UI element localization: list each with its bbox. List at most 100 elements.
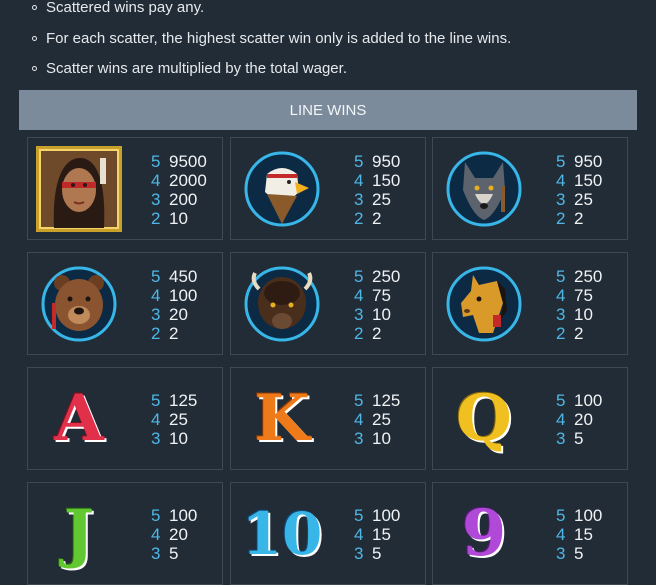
- payout-row: 22: [354, 209, 400, 228]
- match-count: 5: [354, 152, 364, 171]
- payout-amount: 2000: [169, 171, 207, 190]
- payout-row: 5 125: [151, 391, 197, 410]
- payout-amount: 200: [169, 190, 198, 209]
- paytable-card: A 5 125 4 25 3 10: [27, 367, 223, 470]
- paytable-card: 10 5 100 4 15 35: [230, 482, 426, 585]
- match-count: 5: [151, 267, 161, 286]
- wolf-icon: [439, 144, 529, 234]
- match-count: 4: [556, 171, 566, 190]
- payout-amount: 10: [372, 429, 391, 448]
- paytable-card: 5 950 4 150 3 25 22: [432, 137, 628, 240]
- match-count: 3: [151, 544, 161, 563]
- payout-amount: 75: [372, 286, 391, 305]
- match-count: 3: [151, 305, 161, 324]
- payout-row: 35: [151, 544, 197, 563]
- payout-amount: 2: [574, 209, 584, 228]
- match-count: 3: [354, 305, 364, 324]
- payout-amount: 250: [574, 267, 603, 286]
- payout-row: 4 75: [354, 286, 400, 305]
- match-count: 5: [556, 267, 566, 286]
- match-count: 4: [151, 525, 161, 544]
- match-count: 5: [151, 391, 161, 410]
- payout-list: 5 950 4 150 3 25 22: [556, 152, 602, 228]
- payout-amount: 25: [169, 410, 188, 429]
- symbol-glyph: 9: [461, 496, 507, 571]
- match-count: 2: [151, 324, 161, 343]
- payout-row: 35: [354, 544, 400, 563]
- payout-row: 5 250: [354, 267, 400, 286]
- rule-item: For each scatter, the highest scatter wi…: [32, 30, 512, 47]
- payout-row: 3 10: [354, 429, 400, 448]
- payout-list: 5 100 4 20 35: [151, 506, 197, 563]
- payout-row: 3 10: [556, 305, 602, 324]
- match-count: 4: [354, 286, 364, 305]
- payout-row: 4 75: [556, 286, 602, 305]
- match-count: 4: [556, 286, 566, 305]
- match-count: 5: [354, 391, 364, 410]
- payout-row: 3 25: [556, 190, 602, 209]
- payout-amount: 5: [169, 544, 179, 563]
- payout-list: 5 100 4 20 35: [556, 391, 602, 448]
- payout-row: 4 25: [151, 410, 197, 429]
- rule-text: Scattered wins pay any.: [46, 0, 205, 16]
- match-count: 4: [151, 171, 161, 190]
- number-10-icon: 10: [237, 489, 327, 579]
- paytable-card: 5 250 4 75 3 10 22: [432, 252, 628, 355]
- paytable-card: K 5 125 4 25 3 10: [230, 367, 426, 470]
- match-count: 5: [151, 506, 161, 525]
- payout-row: 35: [556, 429, 602, 448]
- bullet-icon: [32, 66, 37, 71]
- payout-list: 5 250 4 75 3 10 22: [556, 267, 602, 343]
- payout-amount: 150: [372, 171, 401, 190]
- payout-amount: 100: [574, 506, 603, 525]
- payout-amount: 9500: [169, 152, 207, 171]
- payout-row: 3 200: [151, 190, 207, 209]
- buffalo-icon: [237, 259, 327, 349]
- payout-amount: 150: [574, 171, 603, 190]
- payout-row: 5 125: [354, 391, 400, 410]
- match-count: 3: [354, 190, 364, 209]
- match-count: 3: [151, 190, 161, 209]
- paytable-card: Q 5 100 4 20 35: [432, 367, 628, 470]
- match-count: 3: [354, 429, 364, 448]
- payout-list: 5 125 4 25 3 10: [151, 391, 197, 448]
- payout-amount: 950: [372, 152, 401, 171]
- payout-list: 5 125 4 25 3 10: [354, 391, 400, 448]
- payout-amount: 100: [372, 506, 401, 525]
- payout-row: 22: [556, 209, 602, 228]
- rule-item: Scattered wins pay any.: [32, 0, 205, 16]
- payout-row: 4 20: [151, 525, 197, 544]
- payout-row: 5 9500: [151, 152, 207, 171]
- symbol-glyph: 10: [241, 500, 323, 568]
- payout-amount: 75: [574, 286, 593, 305]
- symbol-glyph: Q: [456, 381, 512, 456]
- woman-warrior-icon: [34, 144, 124, 234]
- payout-amount: 20: [574, 410, 593, 429]
- payout-amount: 2: [372, 324, 382, 343]
- payout-row: 4 150: [556, 171, 602, 190]
- match-count: 2: [354, 324, 364, 343]
- payout-amount: 2: [169, 324, 179, 343]
- payout-row: 5 250: [556, 267, 602, 286]
- payout-amount: 250: [372, 267, 401, 286]
- payout-amount: 5: [372, 544, 382, 563]
- payout-amount: 10: [574, 305, 593, 324]
- payout-list: 5 100 4 15 35: [354, 506, 400, 563]
- payout-amount: 10: [372, 305, 391, 324]
- letter-q-icon: Q: [439, 374, 529, 464]
- payout-amount: 100: [169, 506, 198, 525]
- payout-list: 5 100 4 15 35: [556, 506, 602, 563]
- payout-row: 4 25: [354, 410, 400, 429]
- match-count: 5: [556, 506, 566, 525]
- payout-list: 5 250 4 75 3 10 22: [354, 267, 400, 343]
- payout-amount: 25: [372, 410, 391, 429]
- match-count: 3: [556, 544, 566, 563]
- rule-text: For each scatter, the highest scatter wi…: [46, 30, 512, 47]
- match-count: 4: [354, 525, 364, 544]
- payout-row: 5 450: [151, 267, 197, 286]
- payout-row: 3 25: [354, 190, 400, 209]
- match-count: 3: [556, 190, 566, 209]
- payout-amount: 5: [574, 544, 584, 563]
- letter-k-icon: K: [237, 374, 327, 464]
- symbol-glyph: A: [54, 381, 104, 456]
